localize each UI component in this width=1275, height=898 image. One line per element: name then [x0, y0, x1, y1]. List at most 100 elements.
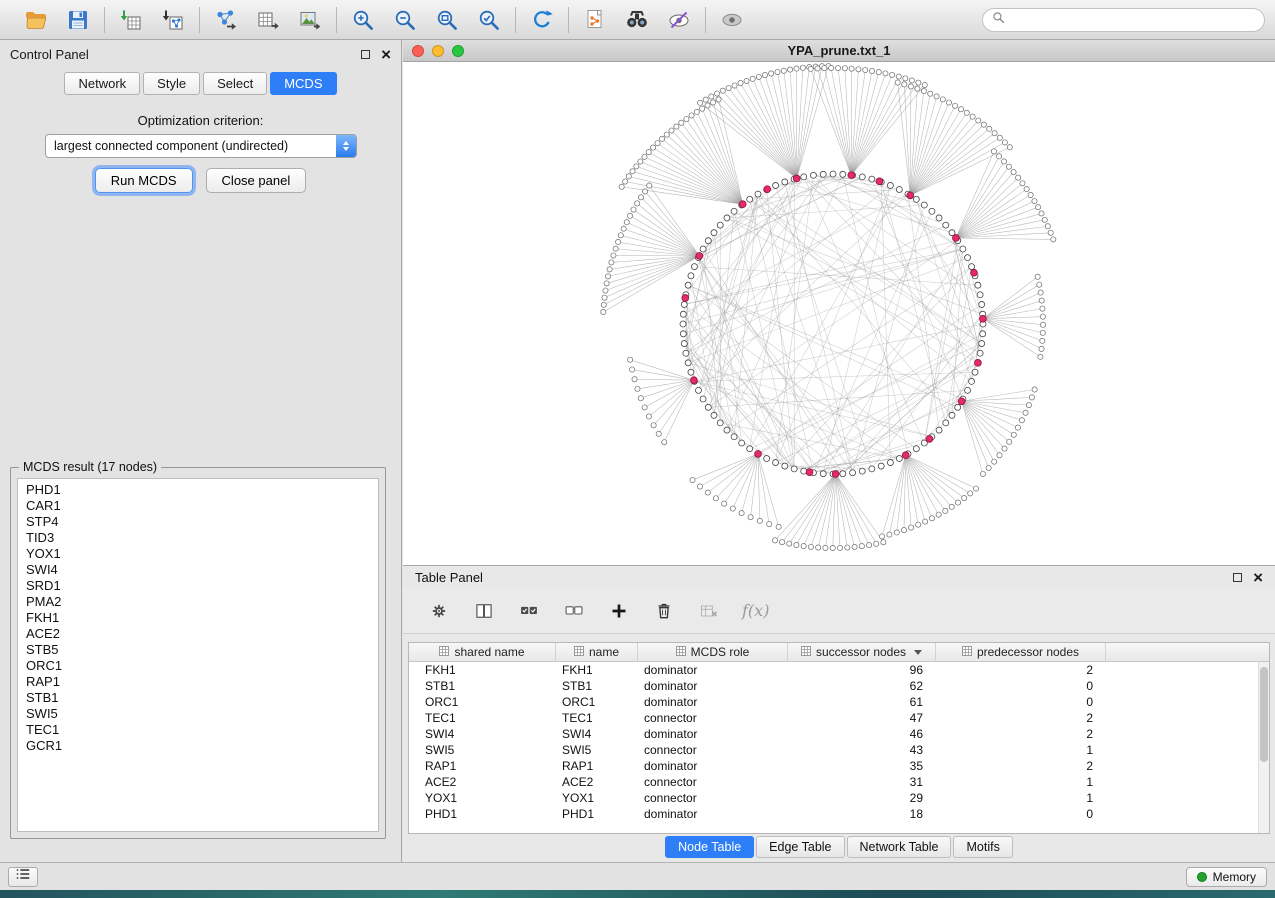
run-mcds-button[interactable]: Run MCDS — [95, 168, 193, 193]
tab-motifs[interactable]: Motifs — [953, 836, 1012, 858]
tab-node-table[interactable]: Node Table — [665, 836, 754, 858]
optimization-dropdown[interactable]: largest connected component (undirected) — [45, 134, 357, 158]
network-titlebar[interactable]: YPA_prune.txt_1 — [403, 40, 1275, 62]
cell[interactable]: 2 — [936, 711, 1106, 725]
cell[interactable]: FKH1 — [409, 663, 556, 677]
open-folder-icon[interactable] — [23, 7, 49, 33]
cell[interactable]: 1 — [936, 743, 1106, 757]
table-row[interactable]: SWI4SWI4dominator462 — [409, 726, 1269, 742]
result-node[interactable]: STB1 — [18, 690, 378, 706]
cell[interactable]: 1 — [936, 791, 1106, 805]
cell[interactable]: STB1 — [409, 679, 556, 693]
table-row[interactable]: SWI5SWI5connector431 — [409, 742, 1269, 758]
float-table-panel-icon[interactable] — [1233, 573, 1242, 582]
maximize-window-icon[interactable] — [452, 45, 464, 57]
cell[interactable]: FKH1 — [556, 663, 638, 677]
cell[interactable]: connector — [638, 791, 788, 805]
column-header-MCDS-role[interactable]: MCDS role — [638, 643, 788, 661]
result-node[interactable]: ORC1 — [18, 658, 378, 674]
refresh-icon[interactable] — [529, 7, 555, 33]
table-row[interactable]: RAP1RAP1dominator352 — [409, 758, 1269, 774]
zoom-fit-icon[interactable] — [434, 7, 460, 33]
delete-table-icon[interactable] — [697, 599, 721, 623]
cell[interactable]: dominator — [638, 663, 788, 677]
cell[interactable]: 0 — [936, 679, 1106, 693]
tab-mcds[interactable]: MCDS — [270, 72, 336, 95]
cell[interactable]: SWI4 — [409, 727, 556, 741]
cell[interactable]: ACE2 — [409, 775, 556, 789]
result-node[interactable]: TEC1 — [18, 722, 378, 738]
search-box[interactable] — [982, 8, 1265, 32]
result-node[interactable]: FKH1 — [18, 610, 378, 626]
cell[interactable]: 2 — [936, 727, 1106, 741]
result-node[interactable]: STP4 — [18, 514, 378, 530]
result-node[interactable]: CAR1 — [18, 498, 378, 514]
cell[interactable]: 1 — [936, 775, 1106, 789]
cell[interactable]: dominator — [638, 727, 788, 741]
zoom-out-icon[interactable] — [392, 7, 418, 33]
column-header-predecessor-nodes[interactable]: predecessor nodes — [936, 643, 1106, 661]
cell[interactable]: 47 — [788, 711, 936, 725]
tab-style[interactable]: Style — [143, 72, 200, 95]
table-scrollbar[interactable] — [1258, 662, 1269, 833]
table-row[interactable]: PHD1PHD1dominator180 — [409, 806, 1269, 822]
table-row[interactable]: TEC1TEC1connector472 — [409, 710, 1269, 726]
table-scrollbar-thumb[interactable] — [1260, 667, 1268, 762]
cell[interactable]: YOX1 — [556, 791, 638, 805]
status-menu-button[interactable] — [8, 867, 38, 887]
network-canvas[interactable] — [403, 62, 1275, 565]
table-row[interactable]: YOX1YOX1connector291 — [409, 790, 1269, 806]
zoom-selected-icon[interactable] — [476, 7, 502, 33]
column-header-successor-nodes[interactable]: successor nodes — [788, 643, 936, 661]
cell[interactable]: 35 — [788, 759, 936, 773]
cell[interactable]: STB1 — [556, 679, 638, 693]
import-table-icon[interactable] — [118, 7, 144, 33]
cell[interactable]: 43 — [788, 743, 936, 757]
split-columns-icon[interactable] — [472, 599, 496, 623]
cell[interactable]: 46 — [788, 727, 936, 741]
result-node[interactable]: SWI4 — [18, 562, 378, 578]
select-all-icon[interactable] — [517, 599, 541, 623]
function-builder-icon[interactable]: f(x) — [742, 601, 769, 620]
result-node[interactable]: RAP1 — [18, 674, 378, 690]
result-node[interactable]: YOX1 — [18, 546, 378, 562]
cell[interactable]: 2 — [936, 759, 1106, 773]
gear-icon[interactable] — [427, 599, 451, 623]
cell[interactable]: YOX1 — [409, 791, 556, 805]
cell[interactable]: SWI5 — [556, 743, 638, 757]
cell[interactable]: dominator — [638, 695, 788, 709]
cell[interactable]: 0 — [936, 807, 1106, 821]
cell[interactable]: ORC1 — [409, 695, 556, 709]
export-network-icon[interactable] — [213, 7, 239, 33]
cell[interactable]: 18 — [788, 807, 936, 821]
cell[interactable]: TEC1 — [409, 711, 556, 725]
tab-network[interactable]: Network — [64, 72, 140, 95]
add-column-icon[interactable] — [607, 599, 631, 623]
memory-button[interactable]: Memory — [1186, 867, 1267, 887]
cell[interactable]: 0 — [936, 695, 1106, 709]
cell[interactable]: PHD1 — [409, 807, 556, 821]
tab-select[interactable]: Select — [203, 72, 267, 95]
diff-network-icon[interactable] — [666, 7, 692, 33]
result-node[interactable]: SWI5 — [18, 706, 378, 722]
cell[interactable]: connector — [638, 711, 788, 725]
cell[interactable]: 29 — [788, 791, 936, 805]
delete-row-icon[interactable] — [652, 599, 676, 623]
column-header-name[interactable]: name — [556, 643, 638, 661]
tab-edge-table[interactable]: Edge Table — [756, 836, 844, 858]
share-document-icon[interactable] — [582, 7, 608, 33]
cell[interactable]: SWI4 — [556, 727, 638, 741]
cell[interactable]: dominator — [638, 807, 788, 821]
table-row[interactable]: ORC1ORC1dominator610 — [409, 694, 1269, 710]
column-header-shared-name[interactable]: shared name — [409, 643, 556, 661]
search-network-icon[interactable] — [624, 7, 650, 33]
result-node[interactable]: SRD1 — [18, 578, 378, 594]
close-table-panel-icon[interactable]: × — [1253, 569, 1263, 586]
export-image-icon[interactable] — [297, 7, 323, 33]
cell[interactable]: RAP1 — [409, 759, 556, 773]
save-icon[interactable] — [65, 7, 91, 33]
result-node[interactable]: PHD1 — [18, 482, 378, 498]
minimize-window-icon[interactable] — [432, 45, 444, 57]
show-graphics-icon[interactable] — [719, 7, 745, 33]
cell[interactable]: 2 — [936, 663, 1106, 677]
